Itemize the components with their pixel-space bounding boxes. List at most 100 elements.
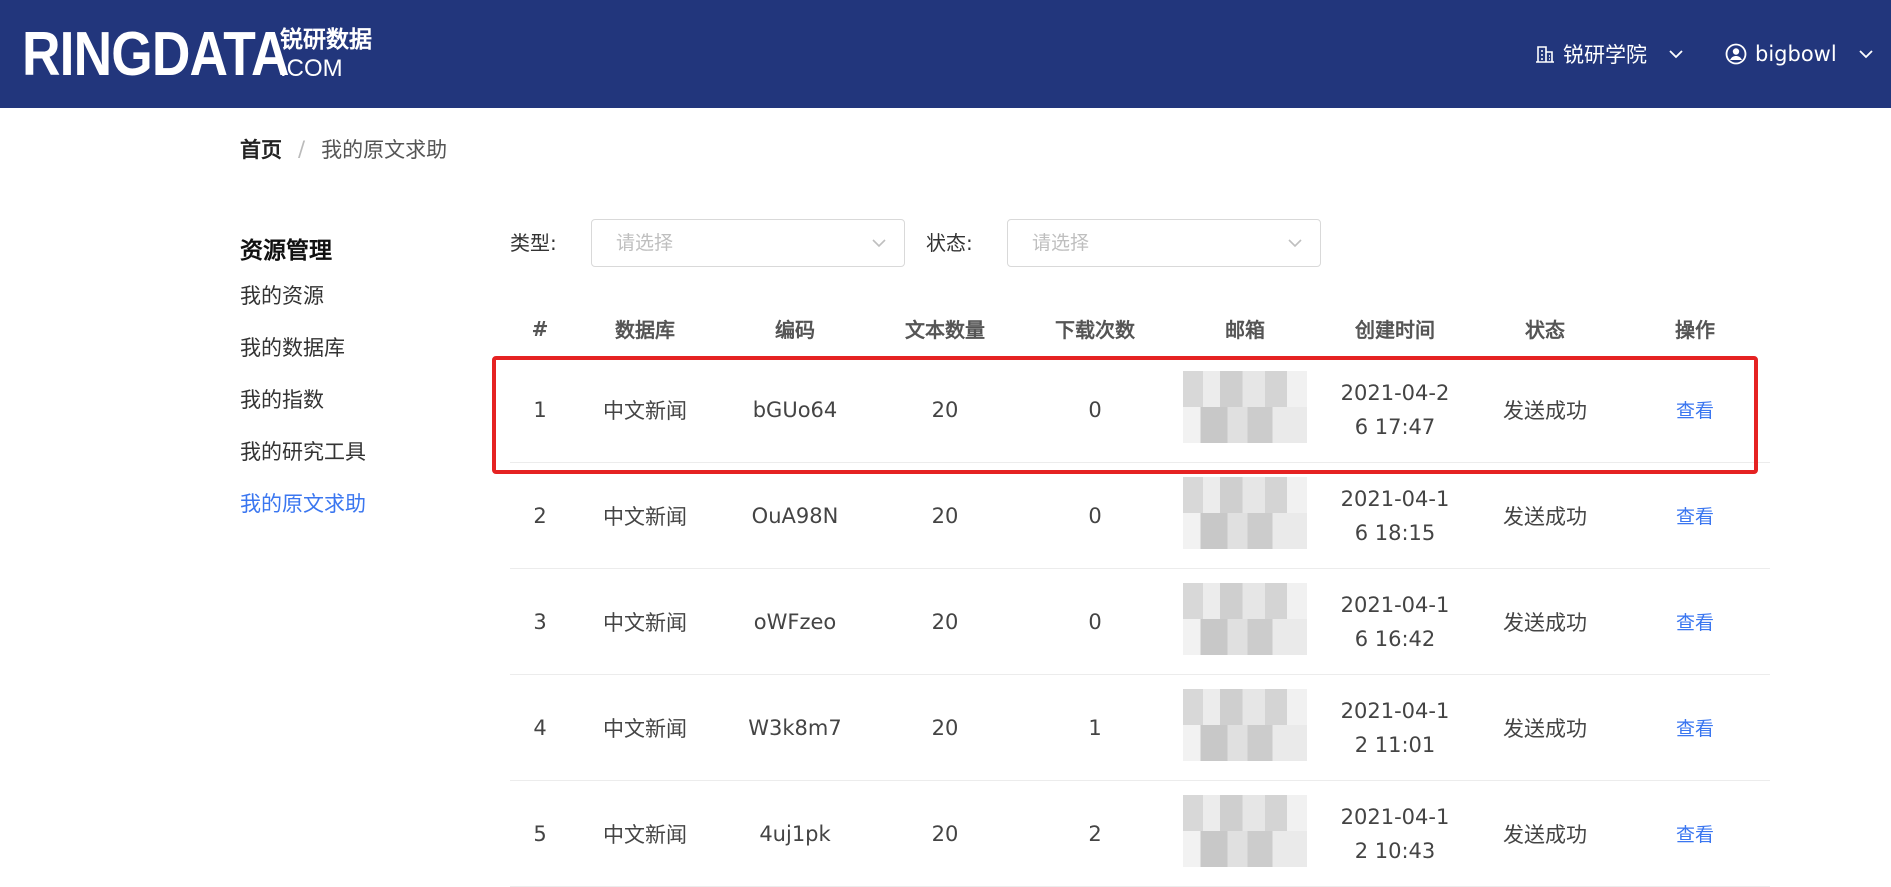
row-code: W3k8m7 [748, 715, 842, 740]
row-database: 中文新闻 [603, 504, 687, 529]
row-downloads: 0 [1088, 609, 1102, 634]
row-downloads: 0 [1088, 397, 1102, 422]
row-index: 5 [533, 821, 547, 846]
view-link[interactable]: 查看 [1620, 502, 1770, 529]
row-created-time: 2021-04-1 2 11:01 [1320, 694, 1470, 762]
row-status: 发送成功 [1503, 398, 1587, 423]
row-created-time-line1: 2021-04-2 [1340, 380, 1450, 405]
chevron-down-icon [1288, 239, 1302, 248]
table-row: 3 中文新闻 oWFzeo 20 0 2021-04-1 6 16:42 发送成… [510, 569, 1770, 675]
row-downloads: 0 [1088, 503, 1102, 528]
type-select-placeholder: 请选择 [616, 232, 674, 254]
ringdata-logo[interactable]: RINGDATA 锐研数据 .COM [22, 24, 372, 88]
table-row: 5 中文新闻 4uj1pk 20 2 2021-04-1 2 10:43 发送成… [510, 781, 1770, 887]
row-text-count: 20 [931, 821, 959, 846]
row-created-time: 2021-04-2 6 17:47 [1320, 376, 1470, 444]
row-created-time: 2021-04-1 6 16:42 [1320, 588, 1470, 656]
sidebar-title: 资源管理 [240, 238, 332, 264]
row-created-time-line1: 2021-04-1 [1340, 486, 1450, 511]
sidebar-item-my-resources[interactable]: 我的资源 [240, 270, 480, 322]
row-status: 发送成功 [1503, 504, 1587, 529]
table-row: 4 中文新闻 W3k8m7 20 1 2021-04-1 2 11:01 发送成… [510, 675, 1770, 781]
logo-wordmark: RINGDATA [22, 20, 289, 89]
row-created-time: 2021-04-1 2 10:43 [1320, 800, 1470, 868]
sidebar-item-my-indexes[interactable]: 我的指数 [240, 374, 480, 426]
row-database: 中文新闻 [603, 822, 687, 847]
chevron-down-icon [1669, 50, 1683, 59]
view-link[interactable]: 查看 [1620, 396, 1770, 423]
row-created-time-line2: 6 18:15 [1354, 520, 1436, 545]
sidebar-item-my-fulltext-requests[interactable]: 我的原文求助 [240, 478, 480, 530]
column-header-status: 状态 [1525, 318, 1565, 342]
redacted-email-mosaic [1183, 477, 1307, 549]
row-created-time-line2: 2 10:43 [1354, 838, 1436, 863]
status-filter-label: 状态: [926, 231, 973, 255]
breadcrumb-home[interactable]: 首页 [240, 134, 282, 164]
user-menu[interactable]: bigbowl [1725, 36, 1875, 72]
top-header: RINGDATA 锐研数据 .COM 锐研学院 bigbowl [0, 0, 1891, 108]
row-created-time-line2: 6 16:42 [1354, 626, 1436, 651]
view-link[interactable]: 查看 [1620, 714, 1770, 741]
row-index: 2 [533, 503, 547, 528]
redacted-email-mosaic [1183, 583, 1307, 655]
user-avatar-icon [1725, 43, 1747, 65]
academy-menu[interactable]: 锐研学院 [1535, 36, 1685, 72]
column-header-code: 编码 [775, 318, 815, 342]
redacted-email-mosaic [1183, 689, 1307, 761]
row-index: 1 [533, 397, 547, 422]
row-code: 4uj1pk [759, 821, 831, 846]
row-downloads: 1 [1088, 715, 1102, 740]
row-database: 中文新闻 [603, 716, 687, 741]
status-select-placeholder: 请选择 [1032, 232, 1090, 254]
column-header-text-count: 文本数量 [905, 318, 985, 342]
row-code: bGUo64 [752, 397, 838, 422]
logo-domain: .COM [280, 55, 343, 82]
view-link[interactable]: 查看 [1620, 820, 1770, 847]
row-code: OuA98N [751, 503, 839, 528]
logo-chinese-name: 锐研数据 [280, 27, 372, 53]
table-header: # 数据库 编码 文本数量 下载次数 邮箱 创建时间 状态 操作 [510, 300, 1770, 357]
sidebar: 资源管理 我的资源 我的数据库 我的指数 我的研究工具 我的原文求助 [240, 232, 480, 530]
academy-label: 锐研学院 [1563, 43, 1647, 67]
username-label: bigbowl [1755, 42, 1837, 66]
status-select[interactable]: 请选择 [1007, 219, 1321, 267]
row-database: 中文新闻 [603, 610, 687, 635]
view-link[interactable]: 查看 [1620, 608, 1770, 635]
column-header-created-time: 创建时间 [1355, 318, 1435, 342]
sidebar-item-my-research-tools[interactable]: 我的研究工具 [240, 426, 480, 478]
chevron-down-icon [1859, 50, 1873, 59]
row-created-time-line1: 2021-04-1 [1340, 698, 1450, 723]
column-header-action: 操作 [1675, 318, 1715, 342]
row-created-time-line2: 2 11:01 [1354, 732, 1436, 757]
row-created-time: 2021-04-1 6 18:15 [1320, 482, 1470, 550]
row-created-time-line2: 6 17:47 [1354, 414, 1436, 439]
row-status: 发送成功 [1503, 822, 1587, 847]
row-email-redacted [1170, 795, 1320, 872]
row-text-count: 20 [931, 609, 959, 634]
column-header-index: # [531, 316, 549, 341]
row-text-count: 20 [931, 715, 959, 740]
row-email-redacted [1170, 583, 1320, 660]
table-row: 1 中文新闻 bGUo64 20 0 2021-04-2 6 17:47 发送成… [510, 357, 1770, 463]
column-header-downloads: 下载次数 [1055, 318, 1135, 342]
sidebar-item-my-databases[interactable]: 我的数据库 [240, 322, 480, 374]
row-text-count: 20 [931, 397, 959, 422]
column-header-email: 邮箱 [1225, 318, 1265, 342]
row-index: 3 [533, 609, 547, 634]
requests-table: # 数据库 编码 文本数量 下载次数 邮箱 创建时间 状态 操作 1 中文新闻 … [510, 300, 1770, 887]
row-email-redacted [1170, 477, 1320, 554]
row-text-count: 20 [931, 503, 959, 528]
type-filter-label: 类型: [510, 231, 557, 255]
breadcrumb-current: 我的原文求助 [321, 138, 448, 162]
row-created-time-line1: 2021-04-1 [1340, 804, 1450, 829]
logo-side-text: 锐研数据 .COM [280, 24, 372, 82]
row-created-time-line1: 2021-04-1 [1340, 592, 1450, 617]
row-index: 4 [533, 715, 547, 740]
breadcrumb: 首页 / 我的原文求助 [240, 134, 447, 164]
type-select[interactable]: 请选择 [591, 219, 905, 267]
row-email-redacted [1170, 371, 1320, 448]
row-status: 发送成功 [1503, 610, 1587, 635]
row-status: 发送成功 [1503, 716, 1587, 741]
row-database: 中文新闻 [603, 398, 687, 423]
table-row: 2 中文新闻 OuA98N 20 0 2021-04-1 6 18:15 发送成… [510, 463, 1770, 569]
